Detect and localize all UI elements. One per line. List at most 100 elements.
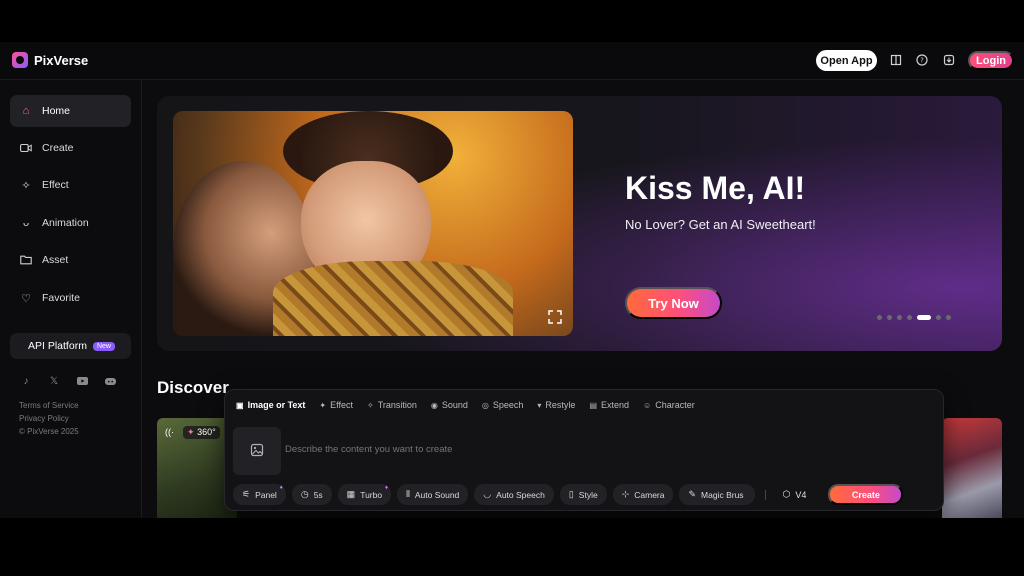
sidebar-item-label: Create [42,142,74,154]
api-platform-button[interactable]: API Platform New [10,333,131,359]
brush-icon: ▾ [537,400,542,410]
discover-card[interactable] [942,418,1002,518]
premium-icon: ♦ [279,485,283,491]
tab-speech[interactable]: ◎ Speech [482,398,524,412]
create-panel: ▣ Image or Text ✦ Effect ✧ Transition ◉ Soun… [224,389,944,511]
discord-icon[interactable] [104,375,116,387]
tab-transition[interactable]: ✧ Transition [367,398,417,412]
transition-icon: ✧ [366,400,374,410]
sidebar: ⌂ Home Create ✧ Effect ᴗ Animation Asset… [0,80,142,518]
top-bar: PixVerse Open App ? Login [0,42,1024,80]
animation-icon: ᴗ [22,217,30,229]
terms-link[interactable]: Terms of Service [19,401,79,410]
panel-button[interactable]: ⚟ Panel ♦ [233,484,286,505]
sidebar-item-label: Animation [42,217,89,229]
copyright-text: © PixVerse 2025 [19,427,79,436]
turbo-icon: ▦ [346,489,356,499]
discover-title: Discover [157,378,229,397]
sidebar-item-label: Effect [42,179,69,191]
home-icon: ⌂ [22,105,30,117]
download-icon[interactable] [942,53,956,67]
sidebar-item-label: Home [42,105,71,117]
prompt-input[interactable] [285,444,845,455]
sidebar-item-create[interactable]: Create [10,132,131,164]
hero-banner[interactable]: Kiss Me, AI! No Lover? Get an AI Sweethe… [157,96,1002,351]
auto-sound-button[interactable]: ⫴ Auto Sound [397,484,469,505]
create-button[interactable]: Create [828,484,904,505]
hero-image[interactable] [173,111,573,336]
upload-image-icon [250,443,264,460]
heart-icon: ♡ [21,292,31,305]
pixverse-logo-icon [12,52,28,68]
card-badge: ✦ 360° [183,426,220,439]
tool-row: ⚟ Panel ♦ ◷ 5s ▦ Turbo ♦ ⫴ Auto Sound ◡ Auto Sp… [233,484,904,505]
cube-icon: ⬡ [782,489,791,499]
divider [765,489,767,500]
style-icon: ▯ [568,489,574,499]
social-links: ♪ 𝕏 [20,375,116,387]
auto-speech-button[interactable]: ◡ Auto Speech [474,484,554,505]
youtube-icon[interactable] [76,375,88,387]
tab-character[interactable]: ☺ Character [643,398,695,412]
new-badge: New [92,341,115,351]
carousel-dot[interactable] [936,315,941,320]
style-button[interactable]: ▯ Style [559,484,607,505]
tab-extend[interactable]: ▤ Extend [589,398,629,412]
lips-icon: ◡ [483,489,492,499]
magic-brush-button[interactable]: ✎ Magic Brus [679,484,756,505]
folder-icon [20,254,32,266]
carousel-dot[interactable] [877,315,882,320]
svg-text:?: ? [920,57,924,65]
lips-icon: ◎ [481,400,489,410]
sliders-icon: ⚟ [242,489,251,499]
model-selector[interactable]: ⬡ V4 [776,489,812,500]
carousel-dot[interactable] [907,315,912,320]
try-now-button[interactable]: Try Now [625,287,722,319]
x-icon[interactable]: 𝕏 [48,375,60,387]
clock-icon: ◷ [300,489,309,499]
sidebar-item-effect[interactable]: ✧ Effect [10,169,131,201]
carousel-dot[interactable] [887,315,892,320]
camera-button[interactable]: ⊹ Camera [612,484,674,505]
expand-icon[interactable] [547,309,563,325]
camera-icon: ⊹ [621,489,630,499]
tab-sound[interactable]: ◉ Sound [431,398,468,412]
turbo-button[interactable]: ▦ Turbo ♦ [337,484,392,505]
app-window: PixVerse Open App ? Login ⌂ Home Create … [0,42,1024,518]
duration-button[interactable]: ◷ 5s [291,484,332,505]
hero-image-scarf [273,261,513,336]
tab-effect[interactable]: ✦ Effect [319,398,353,412]
hero-subtitle: No Lover? Get an AI Sweetheart! [625,217,816,232]
sidebar-item-animation[interactable]: ᴗ Animation [10,207,131,239]
book-icon[interactable] [889,53,903,67]
create-tabs: ▣ Image or Text ✦ Effect ✧ Transition ◉ Soun… [236,398,709,412]
carousel-dot[interactable] [946,315,951,320]
open-app-button[interactable]: Open App [816,50,877,71]
tab-restyle[interactable]: ▾ Restyle [537,398,575,412]
sidebar-item-favorite[interactable]: ♡ Favorite [10,282,131,314]
premium-icon: ♦ [385,485,389,491]
image-icon: ▣ [236,400,244,410]
sound-icon: ((· [165,427,174,437]
carousel-dots [877,315,951,320]
api-platform-label: API Platform [28,340,87,352]
carousel-dot[interactable] [897,315,902,320]
sparkle-icon: ✧ [21,179,31,192]
image-upload[interactable] [233,427,281,475]
sidebar-item-label: Favorite [42,292,80,304]
privacy-link[interactable]: Privacy Policy [19,414,69,423]
app-name: PixVerse [34,52,89,68]
character-icon: ☺ [643,400,652,410]
tab-image-or-text[interactable]: ▣ Image or Text [236,398,305,412]
tiktok-icon[interactable]: ♪ [20,375,32,387]
carousel-dot[interactable] [917,315,931,320]
sound-icon: ◉ [430,400,438,410]
logo[interactable]: PixVerse [12,52,88,68]
login-button[interactable]: Login [968,51,1014,70]
extend-icon: ▤ [589,400,597,410]
help-icon[interactable]: ? [915,53,929,67]
sidebar-item-asset[interactable]: Asset [10,244,131,276]
waveform-icon: ⫴ [406,489,410,499]
sidebar-item-home[interactable]: ⌂ Home [10,95,131,127]
sparkle-icon: ✦ [319,400,327,410]
